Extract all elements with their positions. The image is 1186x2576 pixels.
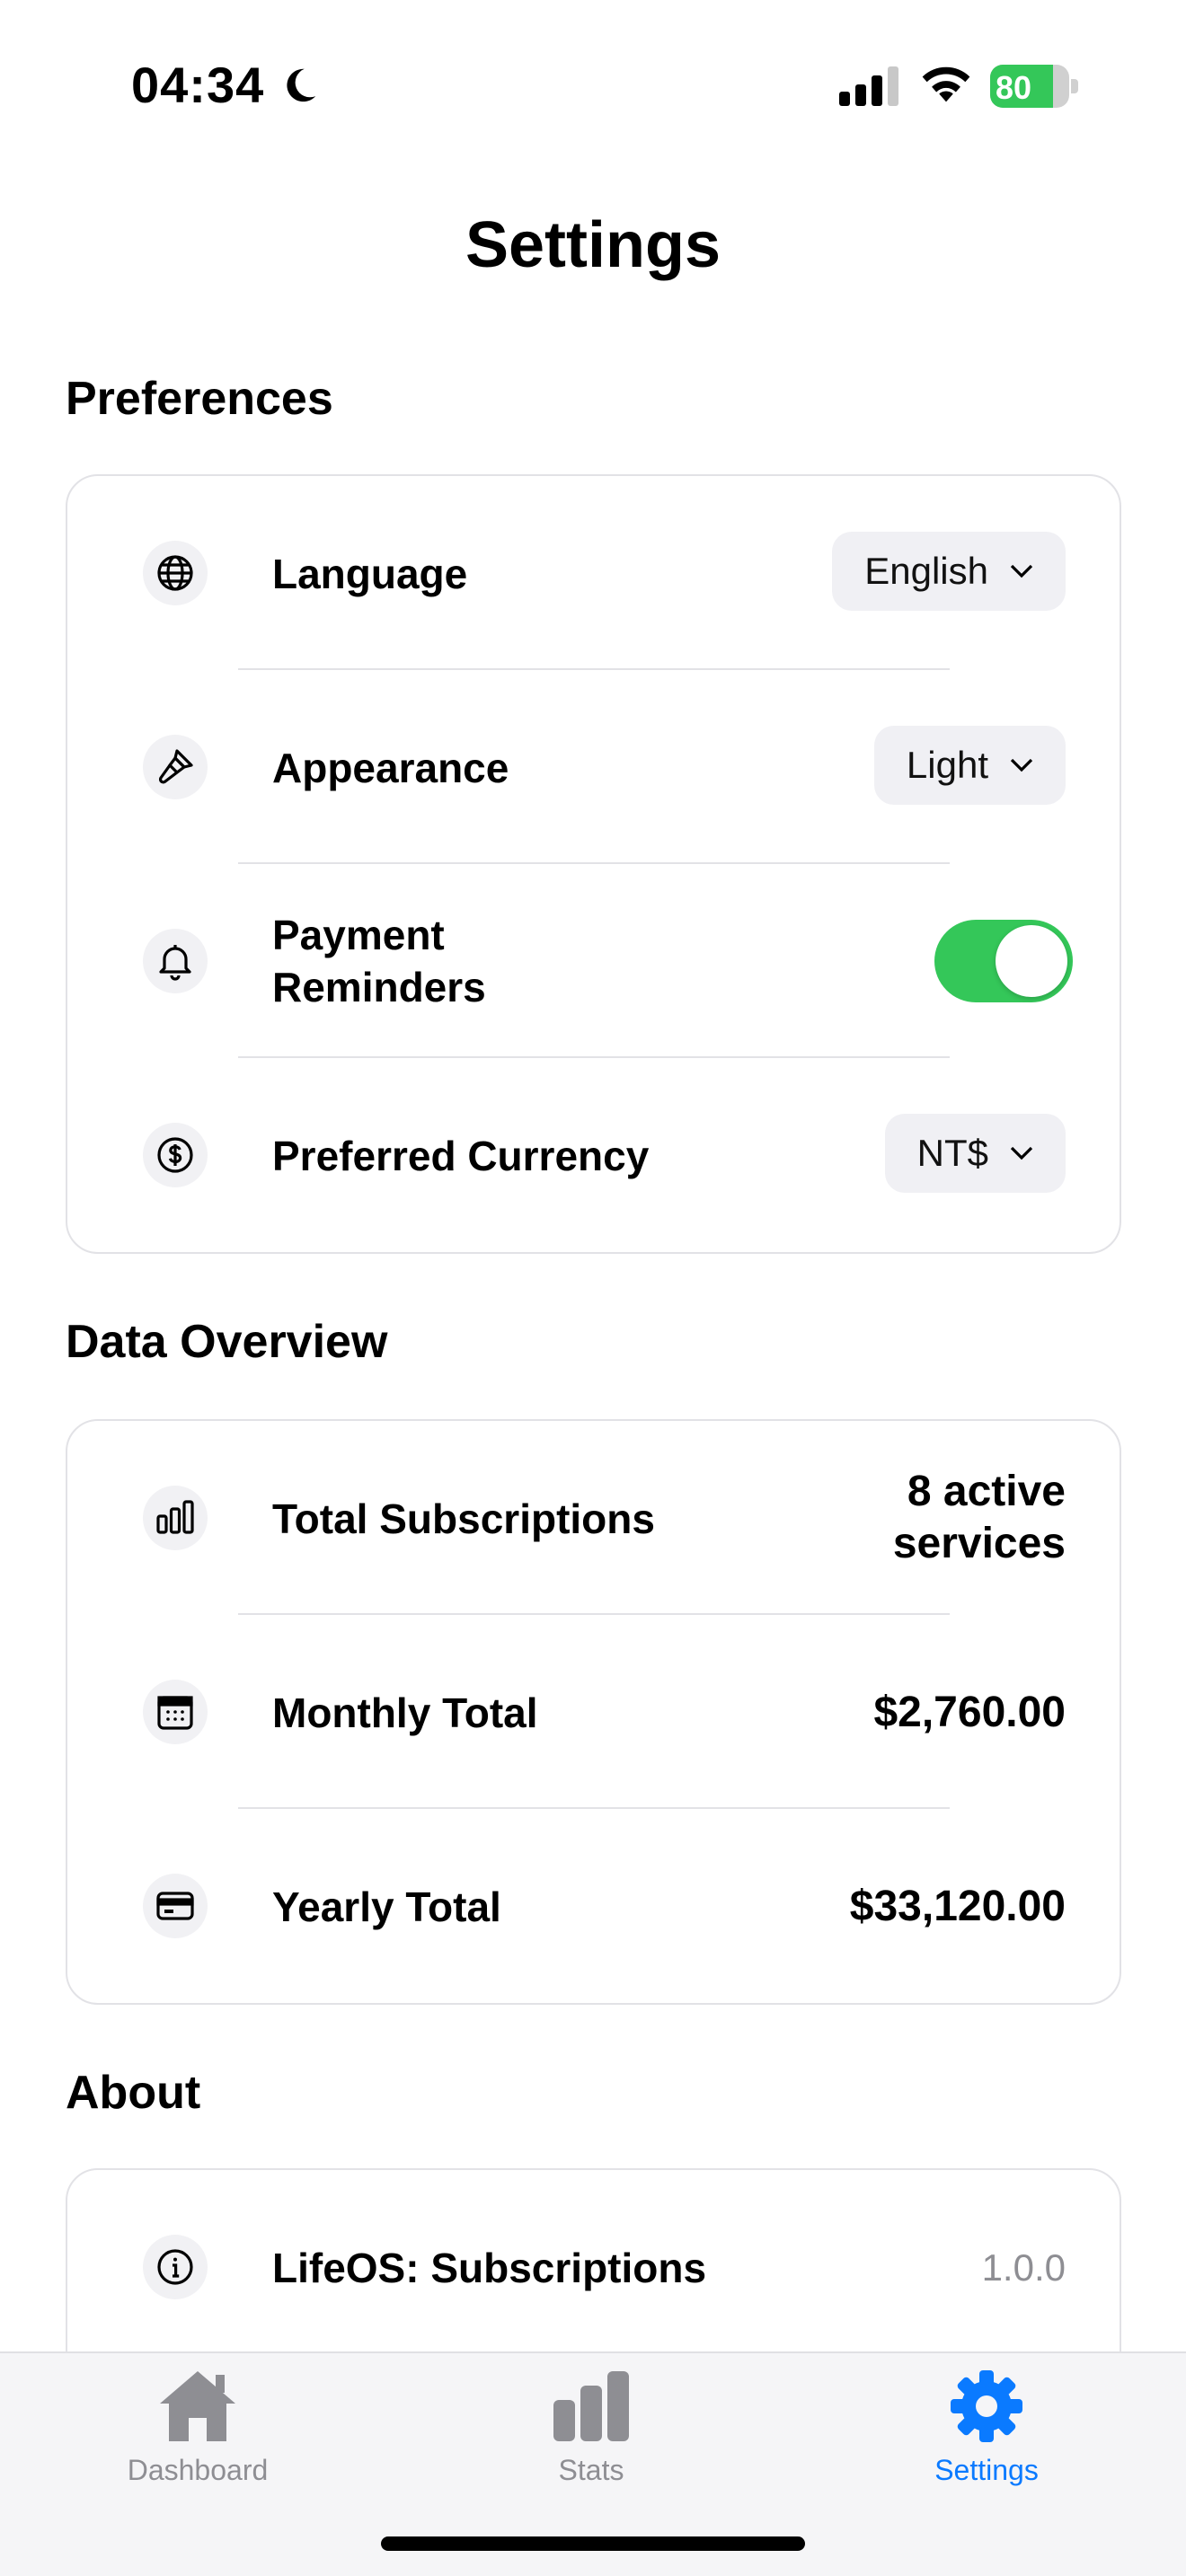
dollar-circle-icon xyxy=(143,1123,208,1187)
appearance-dropdown[interactable]: Light xyxy=(873,726,1066,805)
page-title: Settings xyxy=(465,209,721,281)
preferences-card: Language English Appearance Light Paymen… xyxy=(66,474,1121,1254)
calendar-icon xyxy=(143,1680,208,1744)
yearly-total-row: Yearly Total $33,120.00 xyxy=(67,1809,1120,2003)
app-name-label: LifeOS: Subscriptions xyxy=(272,2245,707,2291)
yearly-total-value: $33,120.00 xyxy=(849,1883,1066,1930)
appearance-value: Light xyxy=(906,744,988,786)
total-subscriptions-value: 8 active services xyxy=(892,1468,1066,1567)
appearance-label: Appearance xyxy=(272,745,509,791)
app-version: 1.0.0 xyxy=(981,2246,1066,2289)
bar-chart-icon xyxy=(143,1486,208,1550)
app-info-row: LifeOS: Subscriptions 1.0.0 xyxy=(67,2170,1120,2364)
battery-level: 80 xyxy=(996,69,1032,106)
currency-value: NT$ xyxy=(916,1132,988,1174)
language-row: Language English xyxy=(67,476,1120,670)
payment-reminders-row: Payment Reminders xyxy=(67,864,1120,1058)
currency-label: Preferred Currency xyxy=(272,1133,650,1179)
monthly-total-row: Monthly Total $2,760.00 xyxy=(67,1615,1120,1809)
data-overview-card: Total Subscriptions 8 active services Mo… xyxy=(66,1419,1121,2005)
language-value: English xyxy=(864,550,988,592)
monthly-total-label: Monthly Total xyxy=(272,1689,538,1736)
tab-label: Dashboard xyxy=(127,2454,269,2486)
total-subscriptions-label: Total Subscriptions xyxy=(272,1495,655,1542)
language-dropdown[interactable]: English xyxy=(832,532,1066,611)
paintbrush-icon xyxy=(143,735,208,799)
appearance-row: Appearance Light xyxy=(67,670,1120,864)
chevron-down-icon xyxy=(1010,564,1033,578)
currency-dropdown[interactable]: NT$ xyxy=(884,1114,1066,1193)
battery-icon: 80 xyxy=(990,65,1078,108)
tab-stats[interactable]: Stats xyxy=(456,2353,726,2515)
moon-icon xyxy=(287,68,316,102)
yearly-total-label: Yearly Total xyxy=(272,1883,501,1930)
tab-label: Stats xyxy=(558,2454,624,2486)
bell-icon xyxy=(143,929,208,993)
section-title-about: About xyxy=(66,2067,201,2119)
payment-reminders-label: Payment Reminders xyxy=(272,912,486,1010)
section-title-data-overview: Data Overview xyxy=(66,1316,388,1368)
section-title-preferences: Preferences xyxy=(66,373,333,425)
currency-row: Preferred Currency NT$ xyxy=(67,1058,1120,1252)
gear-icon xyxy=(951,2370,1022,2442)
tab-settings[interactable]: Settings xyxy=(852,2353,1121,2515)
cellular-signal-icon xyxy=(839,66,898,106)
tab-dashboard[interactable]: Dashboard xyxy=(63,2353,332,2515)
status-bar: 04:34 80 xyxy=(0,0,1186,153)
toggle-knob xyxy=(996,925,1067,997)
wifi-icon xyxy=(922,66,970,102)
home-indicator xyxy=(381,2536,805,2551)
total-subscriptions-row: Total Subscriptions 8 active services xyxy=(67,1421,1120,1615)
payment-reminders-toggle[interactable] xyxy=(934,920,1073,1002)
chevron-down-icon xyxy=(1010,1146,1033,1160)
bar-chart-icon xyxy=(553,2371,629,2441)
status-time: 04:34 xyxy=(131,57,265,113)
language-label: Language xyxy=(272,551,468,597)
chevron-down-icon xyxy=(1010,758,1033,772)
monthly-total-value: $2,760.00 xyxy=(873,1689,1066,1736)
globe-icon xyxy=(143,541,208,605)
info-icon xyxy=(143,2235,208,2299)
credit-card-icon xyxy=(143,1874,208,1938)
tab-label: Settings xyxy=(934,2454,1039,2486)
settings-screen: 04:34 80 Settings Preferences Language E… xyxy=(0,0,1186,2576)
house-icon xyxy=(160,2371,235,2441)
